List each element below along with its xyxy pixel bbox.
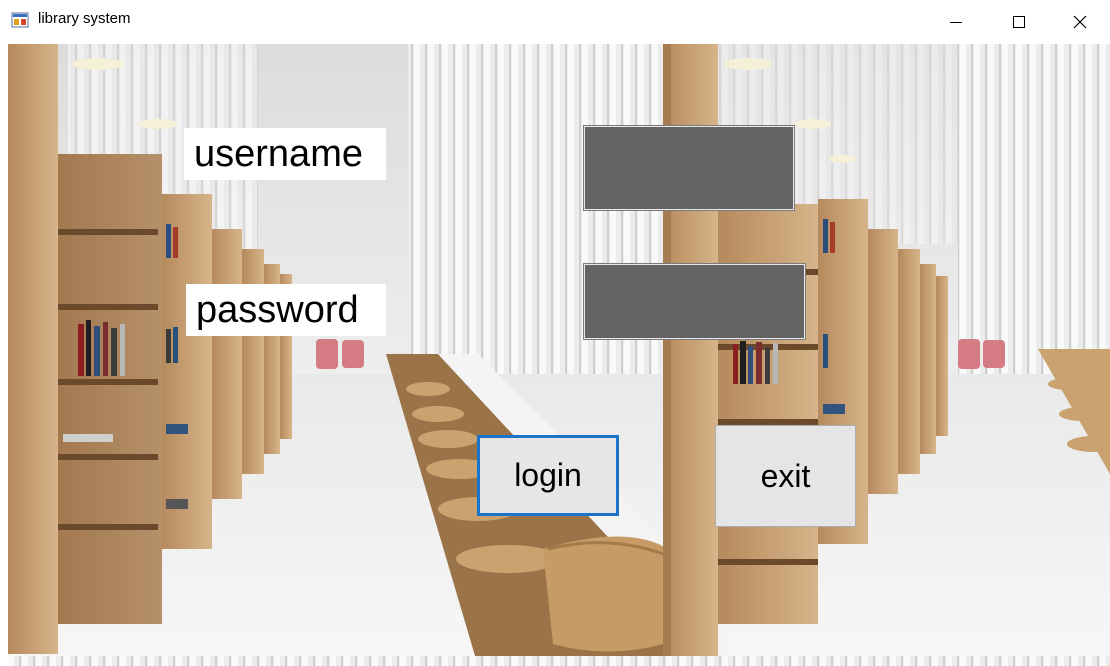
library-background-image	[8, 44, 1110, 666]
password-label: password	[186, 284, 386, 336]
minimize-icon	[950, 22, 962, 23]
minimize-button[interactable]	[933, 0, 979, 44]
title-bar[interactable]: library system	[0, 0, 1110, 44]
username-label: username	[184, 128, 386, 180]
close-icon	[1073, 15, 1087, 29]
exit-button[interactable]: exit	[715, 425, 856, 527]
maximize-icon	[1013, 16, 1025, 28]
username-input[interactable]	[583, 125, 795, 211]
background-image-strip	[8, 656, 1110, 666]
form-client-area	[8, 44, 1110, 666]
password-input[interactable]	[583, 263, 806, 340]
window-title: library system	[38, 10, 131, 27]
close-button[interactable]	[1057, 0, 1103, 44]
login-button[interactable]: login	[477, 435, 619, 516]
app-icon	[11, 11, 29, 29]
maximize-button[interactable]	[996, 0, 1042, 44]
